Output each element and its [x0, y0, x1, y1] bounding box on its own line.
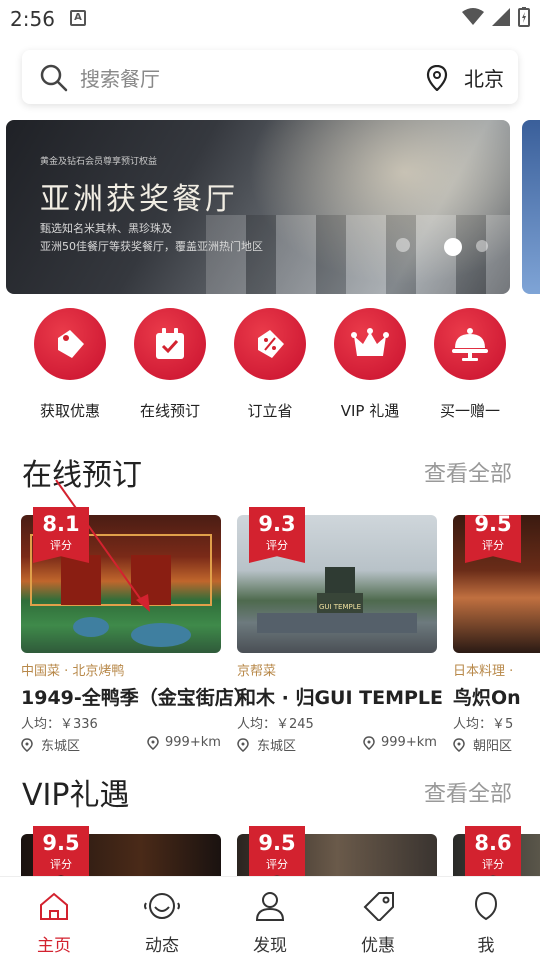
- distance: 999+km: [147, 735, 221, 750]
- score-badge: 9.3 评分: [249, 507, 305, 563]
- calendar-check-icon: [134, 308, 206, 380]
- vip-card[interactable]: 9.5 评分: [237, 826, 437, 882]
- profile-icon: [474, 891, 498, 921]
- section-title-vip: VIP礼遇: [22, 778, 130, 813]
- home-icon: [40, 892, 68, 920]
- district: 朝阳区: [453, 735, 512, 754]
- carousel-dot[interactable]: [396, 238, 410, 252]
- smile-face-icon: [144, 893, 180, 919]
- cuisine-tag: 京帮菜: [237, 664, 277, 679]
- location-pin-icon[interactable]: [426, 65, 448, 91]
- banner-subtitle-line1: 甄选知名米其林、黑珍珠及: [40, 222, 172, 235]
- view-all-online-booking[interactable]: 查看全部: [424, 456, 512, 488]
- status-time: 2:56: [10, 7, 55, 31]
- next-banner-peek[interactable]: [522, 120, 540, 294]
- category-buy-one-get-one[interactable]: 买一赠一: [420, 308, 520, 421]
- discount-tag-icon: [234, 308, 306, 380]
- banner-subtitle-line2: 亚洲50佳餐厅等获奖餐厅，覆盖亚洲热门地区: [40, 240, 263, 253]
- search-icon: [40, 64, 68, 92]
- category-online-booking[interactable]: 在线预订: [120, 308, 220, 421]
- district: 东城区: [21, 735, 80, 754]
- carousel-dot[interactable]: [476, 240, 488, 252]
- user-icon: [255, 892, 285, 921]
- distance: 999+km: [363, 735, 437, 750]
- status-icons: [462, 7, 530, 27]
- average-price: 人均：￥5: [453, 717, 514, 732]
- location-pin-icon: [237, 737, 249, 752]
- battery-icon: [518, 7, 530, 27]
- restaurant-name: 和木 · 归GUI TEMPLE: [237, 687, 444, 709]
- city-selector[interactable]: 北京: [464, 63, 504, 92]
- vip-card[interactable]: 9.5 评分: [21, 826, 221, 882]
- nav-profile[interactable]: 我: [446, 891, 526, 956]
- nav-offers[interactable]: 优惠: [338, 891, 418, 956]
- average-price: 人均：￥245: [237, 717, 314, 732]
- category-row: 获取优惠 在线预订 订立省 VIP 礼遇 买一赠一: [0, 308, 540, 428]
- status-bar: 2:56 A: [0, 0, 540, 38]
- nav-home[interactable]: 主页: [14, 891, 94, 956]
- location-pin-icon: [363, 735, 375, 750]
- banner-title: 亚洲获奖餐厅: [40, 182, 238, 217]
- search-bar[interactable]: 搜索餐厅 北京: [22, 50, 518, 104]
- cuisine-tag: 中国菜 · 北京烤鸭: [21, 664, 125, 679]
- gui-temple-sign: GUI TEMPLE: [319, 603, 361, 611]
- nav-moments[interactable]: 动态: [122, 891, 202, 956]
- category-label: 获取优惠: [39, 402, 100, 420]
- nav-discover[interactable]: 发现: [230, 891, 310, 956]
- coupon-tag-icon: [34, 308, 106, 380]
- district: 东城区: [237, 735, 296, 754]
- location-pin-icon: [453, 737, 465, 752]
- category-vip[interactable]: VIP 礼遇: [320, 308, 420, 421]
- restaurant-card[interactable]: 9.5 评分 日本料理 · 鸟炽On 人均：￥5 朝阳区: [453, 515, 540, 760]
- accessibility-icon: A: [70, 10, 86, 26]
- location-pin-icon: [147, 735, 159, 750]
- restaurant-name: 鸟炽On: [453, 687, 521, 709]
- crown-icon: [334, 308, 406, 380]
- vip-card[interactable]: 8.6 评分: [453, 826, 540, 882]
- score-badge: 9.5 评分: [465, 515, 521, 563]
- banner-dining-tables: [206, 215, 510, 294]
- bottom-navigation: 主页 动态 发现 优惠 我: [0, 876, 540, 960]
- signal-icon: [492, 8, 510, 26]
- cloche-icon: [434, 308, 506, 380]
- category-label: VIP 礼遇: [340, 402, 400, 420]
- score-badge: 9.5 评分: [33, 826, 89, 882]
- search-input[interactable]: 搜索餐厅: [80, 63, 160, 92]
- banner-small-text: 黄金及钻石会员尊享预订权益: [40, 157, 158, 167]
- cuisine-tag: 日本料理 ·: [453, 664, 514, 679]
- average-price: 人均：￥336: [21, 717, 98, 732]
- annotation-arrow: [55, 479, 150, 612]
- category-get-discount[interactable]: 获取优惠: [20, 308, 120, 421]
- category-label: 订立省: [247, 402, 293, 420]
- location-pin-icon: [21, 737, 33, 752]
- carousel-dot-active[interactable]: [444, 238, 462, 256]
- restaurant-name: 1949-全鸭季（金宝街店）: [21, 687, 253, 709]
- promo-banner[interactable]: 黄金及钻石会员尊享预订权益 亚洲获奖餐厅 甄选知名米其林、黑珍珠及 亚洲50佳餐…: [6, 120, 510, 294]
- score-badge: 9.5 评分: [249, 826, 305, 882]
- category-label: 买一赠一: [439, 402, 500, 420]
- category-save[interactable]: 订立省: [220, 308, 320, 421]
- view-all-vip[interactable]: 查看全部: [424, 776, 512, 808]
- category-label: 在线预订: [139, 402, 200, 420]
- wifi-icon: [462, 8, 484, 25]
- tag-icon: [363, 892, 394, 923]
- score-badge: 8.6 评分: [465, 826, 521, 882]
